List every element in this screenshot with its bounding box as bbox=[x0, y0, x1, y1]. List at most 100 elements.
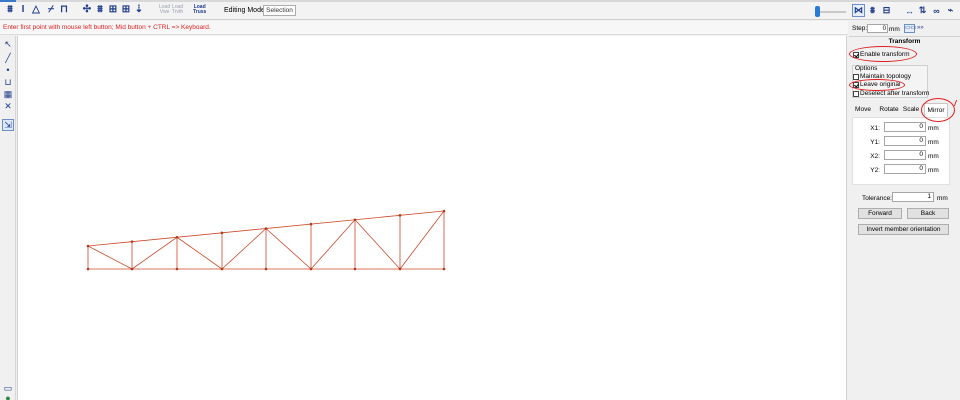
zoom-slider-thumb[interactable] bbox=[815, 6, 820, 17]
line-style-icon[interactable]: ⌁ bbox=[944, 4, 957, 17]
maintain-topology-label: Maintain topology bbox=[860, 73, 911, 80]
truss-diagonal-member[interactable] bbox=[354, 219, 401, 270]
back-button[interactable]: Back bbox=[907, 208, 949, 219]
globe-icon[interactable]: ● bbox=[2, 392, 14, 400]
step-grid-button[interactable]: ▭▭ bbox=[904, 24, 916, 33]
y2-unit: mm bbox=[928, 167, 939, 174]
truss-bottom-node[interactable] bbox=[220, 267, 224, 271]
snap-ortho-icon[interactable]: ⊟ bbox=[880, 4, 893, 17]
load-truss-button[interactable]: Load Truss bbox=[193, 5, 206, 15]
y1-unit: mm bbox=[928, 139, 939, 146]
truss-diagonal-member[interactable] bbox=[399, 210, 445, 270]
grid-icon[interactable]: ⊞ bbox=[107, 4, 119, 16]
truss-top-node[interactable] bbox=[353, 218, 357, 222]
x2-input[interactable]: 0 bbox=[884, 150, 926, 160]
enable-transform-check[interactable] bbox=[853, 51, 859, 58]
step-unit: mm bbox=[889, 26, 900, 33]
delete-icon[interactable]: ✕ bbox=[2, 100, 14, 112]
x1-input[interactable]: 0 bbox=[884, 122, 926, 132]
x1-label: X1: bbox=[870, 125, 880, 132]
frame-icon[interactable]: ⊓ bbox=[58, 4, 70, 16]
leave-original-label: Leave original bbox=[860, 81, 901, 88]
deselect-after-transform-label: Deselect after transform bbox=[860, 90, 930, 97]
truss-bottom-node[interactable] bbox=[175, 267, 179, 271]
triangle-icon[interactable]: △ bbox=[30, 4, 42, 16]
tab-move[interactable]: Move bbox=[853, 103, 873, 117]
editing-mode-button[interactable]: Selection bbox=[263, 5, 296, 16]
truss-bottom-node[interactable] bbox=[86, 267, 90, 271]
leave-original-checkbox[interactable]: Leave original bbox=[853, 81, 900, 88]
truss-bottom-node[interactable] bbox=[309, 267, 313, 271]
truss-diagonal-member[interactable] bbox=[87, 245, 133, 270]
step-label: Step: bbox=[852, 25, 868, 32]
tab-mirror[interactable]: Mirror bbox=[924, 103, 948, 117]
main-toolbar: ⩩ I △ ⌿ ⊓ ✣ ⩩ ⊞ ⊞ ⇣ Load Vwe Load Trvth Load Truss E… bbox=[0, 2, 960, 20]
transform-tool-icon[interactable]: ⇲ bbox=[2, 119, 14, 131]
truss-diagonal-member[interactable] bbox=[176, 236, 223, 270]
truss-drawing bbox=[86, 209, 446, 271]
truss-bottom-node[interactable] bbox=[264, 267, 268, 271]
x1-unit: mm bbox=[928, 125, 939, 132]
truss-diagonal-member[interactable] bbox=[221, 228, 267, 270]
truss-top-node[interactable] bbox=[309, 222, 313, 226]
tab-scale[interactable]: Scale bbox=[901, 103, 921, 117]
step-input[interactable]: 0 bbox=[867, 24, 888, 33]
tolerance-input[interactable]: 1 bbox=[892, 192, 934, 202]
y1-label: Y1: bbox=[870, 139, 880, 146]
leave-original-check[interactable] bbox=[853, 81, 859, 88]
forward-button[interactable]: Forward bbox=[858, 208, 902, 219]
draw-line-icon[interactable]: ╱ bbox=[2, 52, 14, 64]
select-arrow-icon[interactable]: ↖ bbox=[2, 38, 14, 50]
arrow-down-icon[interactable]: ⇣ bbox=[133, 4, 145, 16]
node-group-icon[interactable]: ⩩ bbox=[94, 4, 106, 16]
tolerance-label: Tolerance: bbox=[862, 195, 892, 202]
maintain-topology-check[interactable] bbox=[853, 73, 859, 80]
load-vwe-button[interactable]: Load Vwe bbox=[159, 5, 170, 15]
maintain-topology-checkbox[interactable]: Maintain topology bbox=[853, 73, 911, 80]
truss-top-node[interactable] bbox=[220, 231, 224, 235]
deselect-after-transform-check[interactable] bbox=[853, 90, 859, 97]
drawing-canvas[interactable] bbox=[17, 36, 847, 400]
truss-top-node[interactable] bbox=[398, 214, 402, 217]
truss-diagonal-member[interactable] bbox=[131, 236, 178, 270]
truss-bottom-node[interactable] bbox=[398, 267, 402, 271]
truss-top-node[interactable] bbox=[86, 244, 90, 248]
support-icon[interactable]: ⊔ bbox=[2, 76, 14, 88]
y2-input[interactable]: 0 bbox=[884, 164, 926, 174]
deselect-after-transform-checkbox[interactable]: Deselect after transform bbox=[853, 90, 929, 97]
view-glasses-icon[interactable]: ∞ bbox=[930, 4, 943, 17]
point-icon[interactable]: • bbox=[2, 64, 14, 76]
beam-i-icon[interactable]: I bbox=[17, 4, 29, 16]
truss-diagonal-member[interactable] bbox=[265, 228, 312, 270]
snap-grid-icon[interactable]: ⩩ bbox=[866, 4, 879, 17]
truss-bottom-node[interactable] bbox=[442, 267, 446, 271]
panel-divider bbox=[849, 36, 960, 37]
zigzag-icon[interactable]: ⌿ bbox=[45, 4, 57, 16]
truss-top-node[interactable] bbox=[175, 235, 179, 239]
node-arrows-icon[interactable]: ✣ bbox=[81, 4, 93, 16]
panel-title: Transform bbox=[888, 38, 921, 45]
grid-table-icon[interactable]: ⊞ bbox=[120, 4, 132, 16]
truss-diagonal-member[interactable] bbox=[310, 219, 356, 270]
truss-tool-icon[interactable]: ▦ bbox=[2, 88, 14, 100]
dimension-icon[interactable]: ↔ bbox=[903, 4, 916, 17]
load-trvth-button[interactable]: Load Trvth bbox=[172, 5, 183, 15]
truss-top-node[interactable] bbox=[130, 240, 134, 243]
truss-icon[interactable]: ⩩ bbox=[4, 4, 16, 16]
tab-rotate[interactable]: Rotate bbox=[877, 103, 901, 117]
truss-top-node[interactable] bbox=[442, 209, 446, 213]
dimension-vertical-icon[interactable]: ⇅ bbox=[916, 4, 929, 17]
truss-bottom-node[interactable] bbox=[130, 267, 134, 271]
y2-label: Y2: bbox=[870, 167, 880, 174]
status-message: Enter first point with mouse left button… bbox=[3, 24, 211, 31]
status-bar: Enter first point with mouse left button… bbox=[0, 21, 848, 35]
step-extend-button[interactable]: »» bbox=[917, 25, 924, 31]
enable-transform-checkbox[interactable]: Enable transform bbox=[853, 51, 910, 58]
y1-input[interactable]: 0 bbox=[884, 136, 926, 146]
truss-bottom-node[interactable] bbox=[353, 267, 357, 271]
invert-member-orientation-button[interactable]: Invert member orientation bbox=[858, 224, 949, 235]
truss-top-node[interactable] bbox=[264, 227, 268, 230]
snap-node-icon[interactable]: ⋈ bbox=[852, 4, 865, 17]
zoom-slider-track[interactable] bbox=[816, 11, 846, 13]
tolerance-unit: mm bbox=[937, 195, 948, 202]
